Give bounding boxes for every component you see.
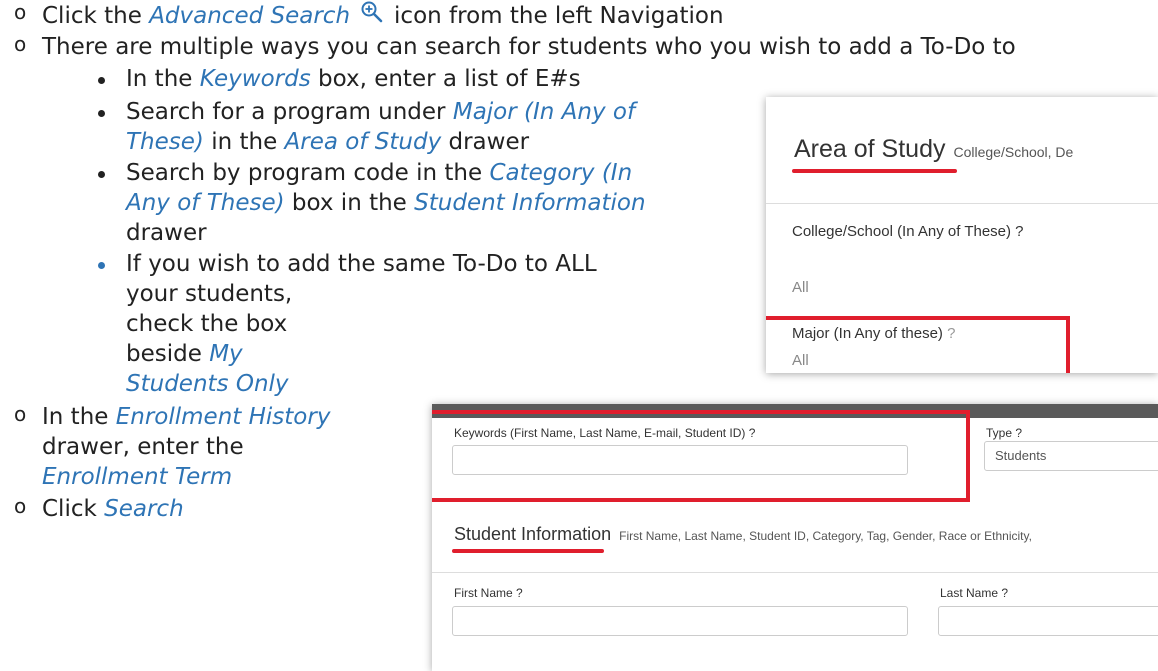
text: beside — [126, 341, 210, 367]
advanced-search-screenshot: Keywords (First Name, Last Name, E-mail,… — [432, 404, 1158, 671]
zoom-in-icon — [361, 1, 383, 23]
text: box, enter a list of E#s — [310, 66, 581, 92]
divider — [766, 203, 1158, 204]
instruction-line-1: Click the Advanced Search icon from the … — [42, 0, 724, 31]
bullet-category-a: Search by program code in the Category (… — [126, 158, 632, 188]
instruction-line-3c: Enrollment Term — [42, 462, 232, 492]
bullet-all-students-e: Students Only — [126, 369, 289, 399]
drawer-title: Area of Study — [794, 135, 946, 163]
instruction-line-3a: In the Enrollment History — [42, 402, 330, 432]
category-term: Category (In — [489, 160, 633, 186]
highlight-box — [432, 410, 970, 502]
divider — [432, 572, 1158, 573]
last-name-input[interactable] — [938, 606, 1158, 636]
advanced-search-term: Advanced Search — [149, 3, 351, 29]
bullet-keywords: In the Keywords box, enter a list of E#s — [126, 64, 581, 94]
bullet-circle: o — [14, 0, 27, 24]
type-select-value: Students — [995, 448, 1047, 463]
bullet-dot — [98, 110, 105, 117]
bullet-all-students-a: If you wish to add the same To-Do to ALL — [126, 251, 597, 277]
bullet-all-students-b: your students, — [126, 281, 293, 307]
text: icon from the left Navigation — [394, 3, 724, 29]
text: Search by program code in the — [126, 160, 490, 186]
keywords-term: Keywords — [199, 66, 311, 92]
text: Click the — [42, 3, 150, 29]
my-students-only-term: My — [209, 341, 243, 367]
bullet-circle: o — [14, 494, 27, 518]
first-name-input[interactable] — [452, 606, 908, 636]
instruction-line-3b: drawer, enter the — [42, 434, 244, 460]
first-name-label: First Name ? — [454, 586, 523, 600]
bullet-category-c: drawer — [126, 220, 207, 246]
bullet-dot — [98, 262, 105, 269]
bullet-all-students-d: beside My — [126, 339, 243, 369]
student-information-title: Student Information First Name, Last Name… — [454, 524, 1032, 545]
major-term: These) — [126, 129, 204, 155]
text: Click — [42, 496, 105, 522]
area-of-study-screenshot: Area of Study College/School, De College/… — [766, 97, 1158, 373]
bullet-circle: o — [14, 32, 27, 56]
my-students-only-term: Students Only — [126, 371, 289, 397]
highlight-underline — [452, 549, 604, 553]
highlight-line — [1066, 317, 1070, 373]
bullet-all-students-c: check the box — [126, 311, 288, 337]
bullet-major-b: These) in the Area of Study drawer — [126, 127, 529, 157]
college-school-label: College/School (In Any of These) ? — [792, 223, 1024, 240]
text: Search for a program under — [126, 99, 453, 125]
instruction-document: o Click the Advanced Search icon from th… — [0, 0, 1158, 671]
enrollment-term-term: Enrollment Term — [42, 464, 233, 490]
drawer-title: Student Information — [454, 524, 612, 544]
bullet-circle: o — [14, 402, 27, 426]
major-value[interactable]: All — [792, 352, 809, 369]
search-term: Search — [104, 496, 184, 522]
text: in the — [203, 129, 285, 155]
area-of-study-term: Area of Study — [284, 129, 442, 155]
bullet-dot — [98, 77, 105, 84]
last-name-label: Last Name ? — [940, 586, 1009, 600]
major-label-text: Major (In Any of these) — [792, 325, 943, 342]
bullet-category-b: Any of These) box in the Student Informa… — [126, 188, 646, 218]
major-label: Major (In Any of these) ? — [792, 325, 955, 342]
type-label: Type ? — [986, 426, 1023, 440]
text: drawer — [441, 129, 530, 155]
highlight-underline — [792, 169, 957, 173]
drawer-subtitle: First Name, Last Name, Student ID, Categ… — [619, 529, 1032, 543]
instruction-line-4: Click Search — [42, 494, 184, 524]
help-icon[interactable]: ? — [943, 325, 955, 342]
bullet-major-a: Search for a program under Major (In Any… — [126, 97, 635, 127]
drawer-subtitle: College/School, De — [953, 144, 1074, 160]
type-select[interactable]: Students — [984, 441, 1158, 471]
student-information-term: Student Information — [414, 190, 646, 216]
highlight-line — [766, 316, 1070, 320]
instruction-line-2: There are multiple ways you can search f… — [42, 34, 1016, 60]
bullet-dot — [98, 171, 105, 178]
text: In the — [42, 404, 116, 430]
enrollment-history-term: Enrollment History — [115, 404, 331, 430]
text: box in the — [284, 190, 415, 216]
category-term: Any of These) — [126, 190, 285, 216]
college-school-value[interactable]: All — [792, 279, 809, 296]
area-of-study-title: Area of Study College/School, De — [794, 135, 1073, 164]
text: In the — [126, 66, 200, 92]
major-term: Major (In Any of — [452, 99, 636, 125]
